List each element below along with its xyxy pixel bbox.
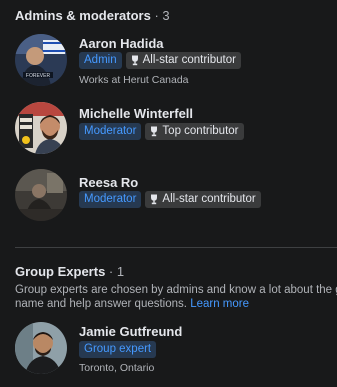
learn-more-link[interactable]: Learn more xyxy=(190,298,249,310)
contributor-badge-label: Top contributor xyxy=(162,125,239,137)
contributor-badge[interactable]: All-star contributor xyxy=(125,52,241,69)
section-divider xyxy=(15,247,337,248)
member-jamie-gutfreund: Jamie Gutfreund Group expert Toronto, On… xyxy=(15,322,337,378)
experts-description: Group experts are chosen by admins and k… xyxy=(15,283,337,311)
experts-title-text: Group Experts xyxy=(15,264,106,279)
trophy-icon xyxy=(151,126,158,136)
group-members-panel: Admins & moderators · 3 FOREVER Aaron Ha… xyxy=(0,0,337,387)
experts-description-line2: name and help answer questions. Learn mo… xyxy=(15,297,337,311)
experts-section-title: Group Experts · 1 xyxy=(15,264,124,279)
member-michelle-winterfell: Michelle Winterfell Moderator Top contri… xyxy=(15,102,337,158)
experts-description-line1: Group experts are chosen by admins and k… xyxy=(15,284,337,296)
avatar[interactable] xyxy=(15,322,67,374)
member-name[interactable]: Reesa Ro xyxy=(79,175,138,190)
role-badge[interactable]: Moderator xyxy=(79,191,142,208)
member-name[interactable]: Aaron Hadida xyxy=(79,36,164,51)
member-badges: Group expert xyxy=(79,341,157,358)
trophy-icon xyxy=(131,55,138,65)
experts-count: · 1 xyxy=(108,264,125,279)
avatar-shirt-text: FOREVER xyxy=(26,73,51,79)
experts-description-line2-text: name and help answer questions. xyxy=(15,298,187,310)
contributor-badge[interactable]: All-star contributor xyxy=(145,191,261,208)
member-reesa-ro: Reesa Ro Moderator All-star contributor xyxy=(15,169,337,225)
member-location: Toronto, Ontario xyxy=(79,362,155,374)
member-workplace: Works at Herut Canada xyxy=(79,74,189,86)
admins-title-text: Admins & moderators xyxy=(15,8,151,23)
member-badges: Moderator All-star contributor xyxy=(79,191,261,208)
contributor-badge[interactable]: Top contributor xyxy=(145,123,244,140)
contributor-badge-label: All-star contributor xyxy=(162,193,256,205)
member-badges: Moderator Top contributor xyxy=(79,123,244,140)
contributor-badge-label: All-star contributor xyxy=(142,54,236,66)
member-aaron-hadida: FOREVER Aaron Hadida Admin All-star cont… xyxy=(15,34,337,90)
member-name[interactable]: Michelle Winterfell xyxy=(79,106,193,121)
member-name[interactable]: Jamie Gutfreund xyxy=(79,324,182,339)
trophy-icon xyxy=(151,194,158,204)
admins-section-title: Admins & moderators · 3 xyxy=(15,8,170,23)
role-badge[interactable]: Group expert xyxy=(79,341,157,358)
avatar[interactable] xyxy=(15,102,67,154)
role-badge[interactable]: Moderator xyxy=(79,123,142,140)
role-badge[interactable]: Admin xyxy=(79,52,122,69)
admins-count: · 3 xyxy=(154,8,170,23)
avatar[interactable]: FOREVER xyxy=(15,34,67,86)
member-badges: Admin All-star contributor xyxy=(79,52,241,69)
avatar[interactable] xyxy=(15,169,67,221)
